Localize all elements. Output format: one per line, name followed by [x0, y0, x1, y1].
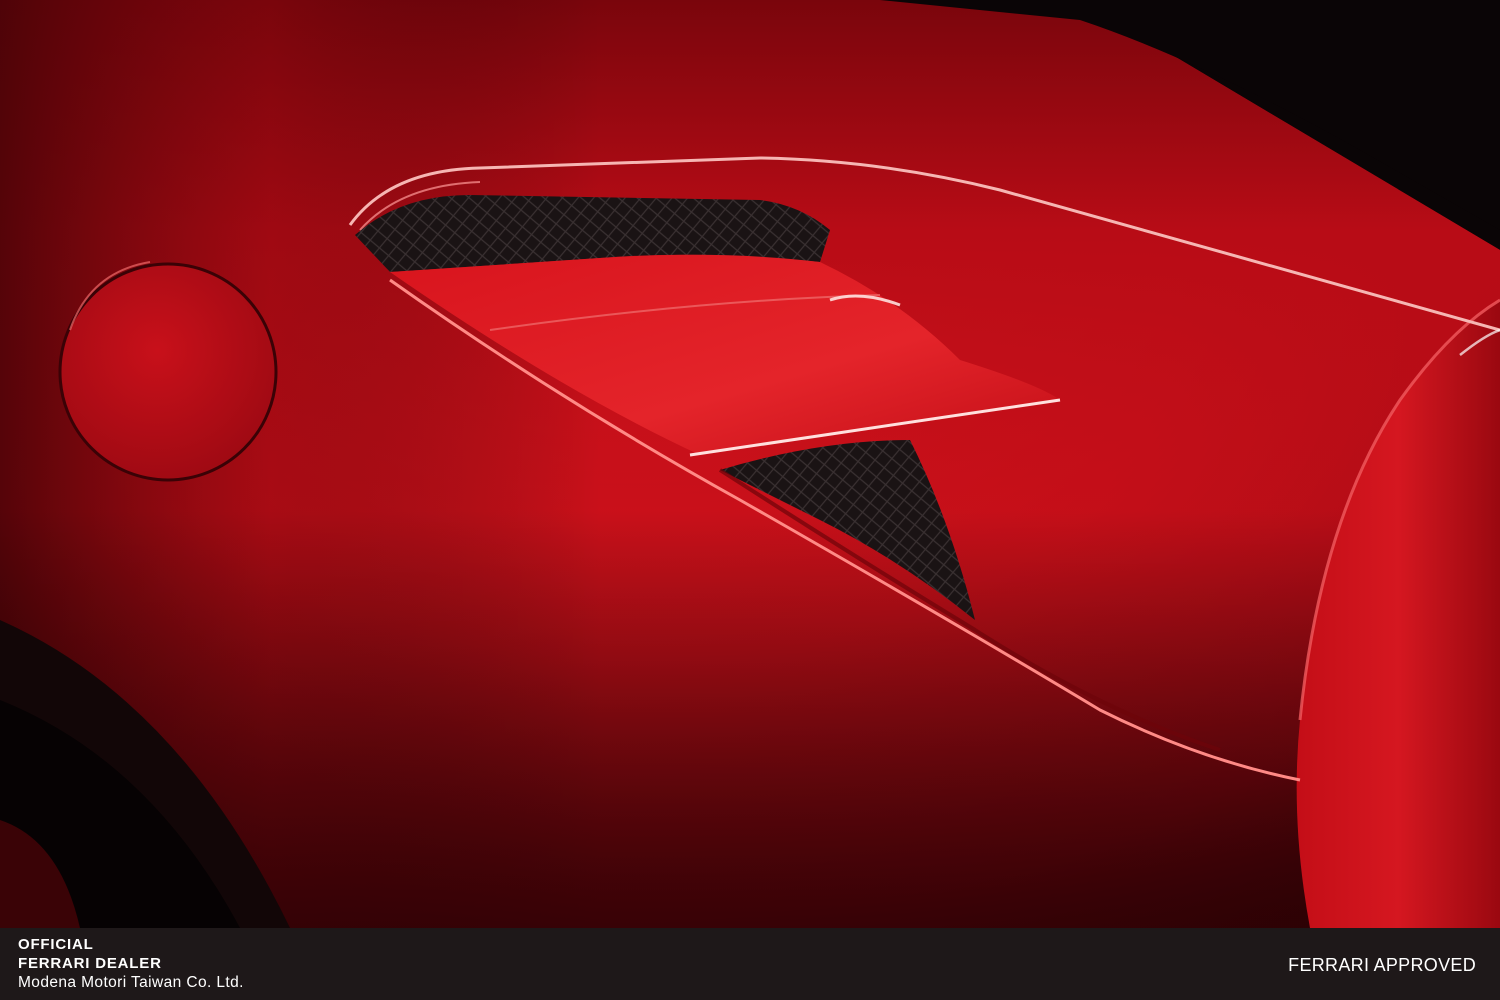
- dealer-footer: OFFICIAL FERRARI DEALER Modena Motori Ta…: [0, 928, 1500, 1000]
- company-name: Modena Motori Taiwan Co. Ltd.: [18, 974, 244, 991]
- dealer-info: OFFICIAL FERRARI DEALER Modena Motori Ta…: [18, 935, 244, 992]
- fuel-cap-icon: [58, 261, 278, 482]
- dealer-label: FERRARI DEALER: [18, 955, 162, 972]
- official-label: OFFICIAL: [18, 936, 94, 953]
- car-photo: [0, 0, 1500, 928]
- page-frame: OFFICIAL FERRARI DEALER Modena Motori Ta…: [0, 0, 1500, 1000]
- approved-label: FERRARI APPROVED: [1288, 955, 1476, 975]
